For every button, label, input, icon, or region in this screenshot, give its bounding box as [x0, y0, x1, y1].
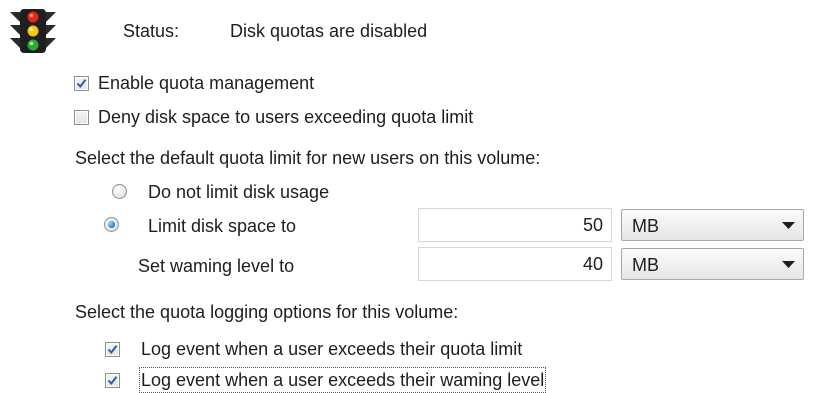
no-limit-radio[interactable]: [112, 184, 127, 199]
checkmark-icon: [107, 376, 118, 386]
checkmark-icon: [76, 79, 87, 89]
logging-heading: Select the quota logging options for thi…: [75, 302, 459, 322]
checkmark-icon: [107, 345, 118, 355]
limit-value-input[interactable]: 50: [418, 208, 612, 242]
radio-selected-dot: [108, 221, 115, 228]
deny-space-checkbox[interactable]: [74, 110, 89, 125]
limit-unit-value: MB: [632, 216, 659, 236]
log-warning-label: Log event when a user exceeds their wami…: [138, 367, 547, 393]
default-limit-heading: Select the default quota limit for new u…: [75, 148, 541, 168]
log-limit-checkbox[interactable]: [105, 342, 120, 357]
limit-label: Limit disk space to: [148, 216, 297, 236]
enable-quota-checkbox[interactable]: [74, 76, 89, 91]
chevron-down-icon: [782, 261, 795, 268]
chevron-down-icon: [782, 222, 795, 229]
warning-unit-dropdown[interactable]: MB: [621, 248, 804, 280]
warning-unit-value: MB: [632, 255, 659, 275]
warning-value-input[interactable]: 40: [418, 247, 612, 281]
limit-radio[interactable]: [104, 217, 119, 232]
traffic-light-icon: [8, 8, 58, 54]
enable-quota-label: Enable quota management: [98, 73, 315, 93]
limit-unit-dropdown[interactable]: MB: [621, 209, 804, 241]
log-limit-label: Log event when a user exceeds their quot…: [141, 339, 523, 359]
status-label: Status:: [123, 21, 180, 41]
warning-label: Set waming level to: [138, 256, 295, 276]
status-text: Disk quotas are disabled: [230, 21, 428, 41]
deny-space-label: Deny disk space to users exceeding quota…: [98, 107, 474, 127]
log-warning-checkbox[interactable]: [105, 373, 120, 388]
no-limit-label: Do not limit disk usage: [148, 182, 330, 202]
